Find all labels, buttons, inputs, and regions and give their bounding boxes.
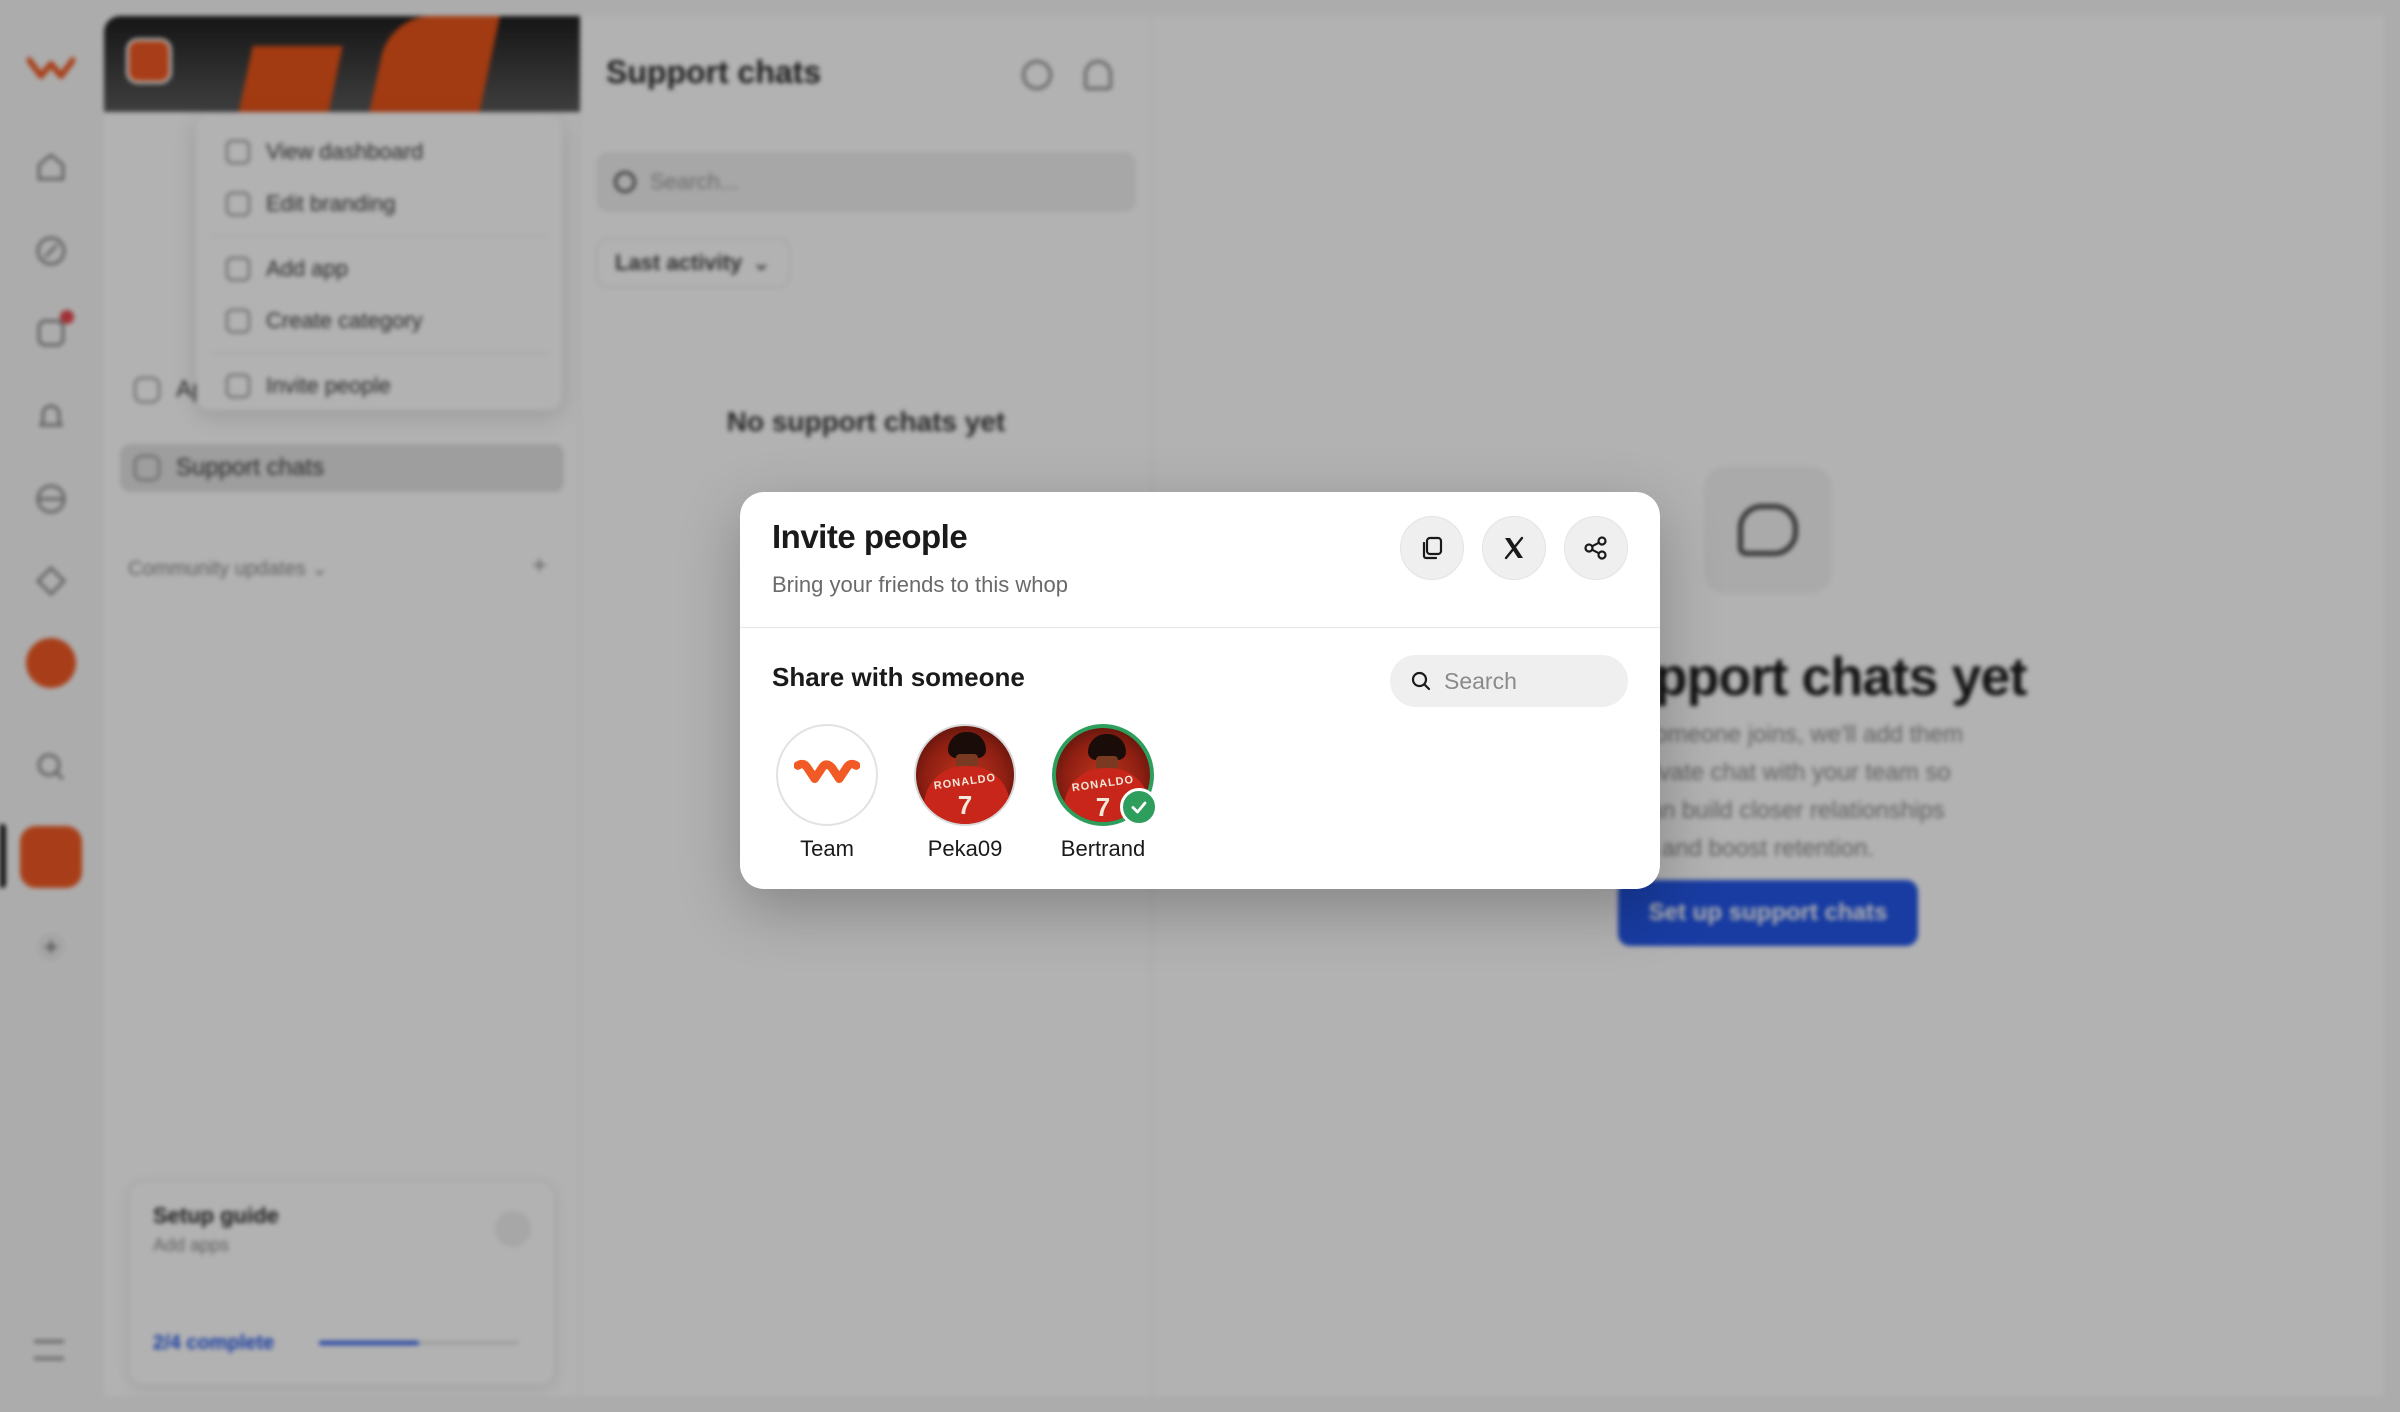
- person-team[interactable]: Team: [776, 724, 878, 862]
- share-button[interactable]: [1564, 516, 1628, 580]
- whop-logo-icon: [794, 759, 860, 784]
- invite-people-modal: Invite people Bring your friends to this…: [740, 492, 1660, 889]
- search-icon: [1411, 671, 1431, 691]
- person-bertrand[interactable]: RONALDO 7 Bertrand: [1052, 724, 1158, 862]
- people-list: Team RONALDO 7 Peka09 RONALDO 7 Bertrand: [776, 724, 1158, 862]
- selected-check-badge: [1120, 788, 1158, 826]
- people-search[interactable]: [1390, 655, 1628, 707]
- x-logo-icon: [1504, 536, 1524, 560]
- avatar: RONALDO 7: [1052, 724, 1158, 826]
- person-name: Team: [800, 836, 854, 861]
- avatar: [776, 724, 878, 826]
- people-search-input[interactable]: [1444, 667, 1614, 695]
- copy-link-button[interactable]: [1400, 516, 1464, 580]
- person-peka09[interactable]: RONALDO 7 Peka09: [914, 724, 1016, 862]
- copy-link-icon: [1422, 536, 1443, 560]
- checkmark-icon: [1131, 801, 1147, 814]
- modal-title: Invite people: [772, 518, 968, 555]
- share-icon: [1584, 536, 1607, 560]
- person-name: Peka09: [927, 836, 1003, 861]
- modal-header: Invite people Bring your friends to this…: [740, 492, 1660, 628]
- person-name: Bertrand: [1060, 836, 1146, 861]
- modal-subtitle: Bring your friends to this whop: [772, 572, 1068, 597]
- avatar: RONALDO 7: [914, 724, 1016, 826]
- share-on-x-button[interactable]: [1482, 516, 1546, 580]
- share-with-someone-heading: Share with someone: [772, 662, 1025, 692]
